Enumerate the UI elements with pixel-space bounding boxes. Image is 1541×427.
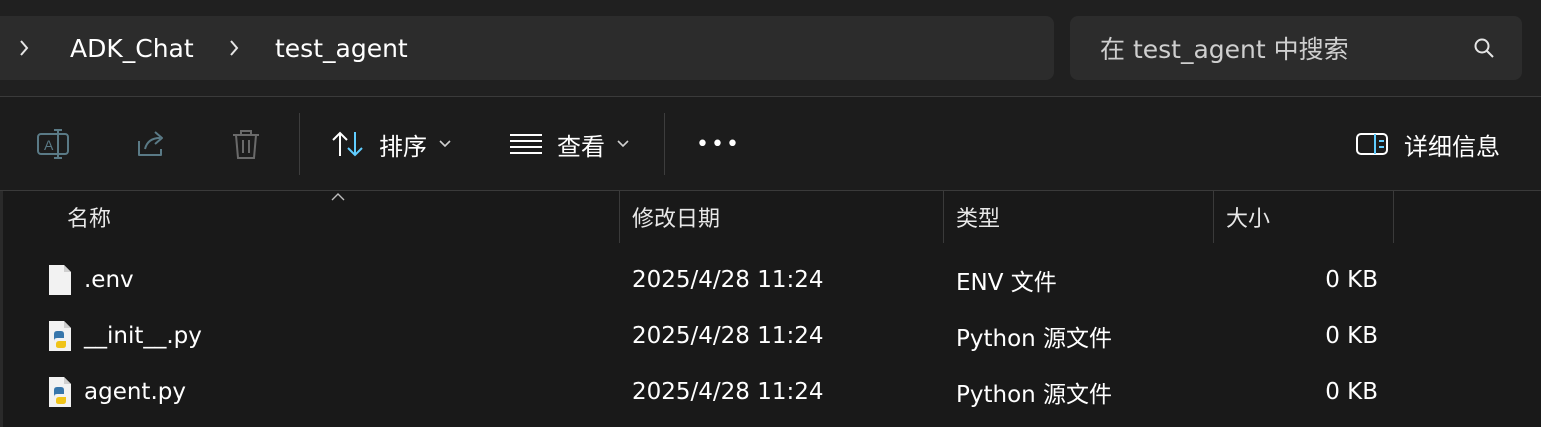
file-type: Python 源文件 [956, 326, 1113, 352]
chevron-right-icon[interactable] [228, 16, 240, 80]
sort-icon [332, 131, 363, 157]
file-type: Python 源文件 [956, 382, 1113, 408]
file-icon [49, 265, 71, 295]
file-list: 名称 修改日期 类型 大小 .env 2025/4/28 11:24 ENV 文… [0, 191, 1541, 427]
file-name[interactable]: .env [84, 252, 134, 308]
table-row[interactable]: agent.py 2025/4/28 11:24 Python 源文件 0 KB [0, 364, 1541, 420]
breadcrumb-item-test-agent[interactable]: test_agent [275, 16, 408, 80]
delete-icon[interactable] [229, 127, 263, 161]
column-divider[interactable] [1393, 191, 1394, 243]
command-bar: A 排序 查看 ••• 详细信息 [0, 97, 1541, 191]
file-size: 0 KB [1325, 323, 1378, 349]
sort-button[interactable]: 排序 [330, 97, 451, 191]
file-name[interactable]: agent.py [84, 364, 186, 420]
column-header-name[interactable]: 名称 [67, 191, 111, 243]
details-pane-button[interactable]: 详细信息 [1355, 97, 1500, 191]
svg-text:A: A [44, 137, 54, 153]
breadcrumb[interactable]: ADK_Chat test_agent [0, 16, 1054, 80]
search-input[interactable]: 在 test_agent 中搜索 [1070, 16, 1522, 80]
file-size: 0 KB [1325, 379, 1378, 405]
python-file-icon [49, 377, 71, 407]
breadcrumb-item-adk-chat[interactable]: ADK_Chat [70, 16, 194, 80]
column-divider[interactable] [619, 191, 620, 243]
search-icon[interactable] [1472, 36, 1496, 60]
file-date: 2025/4/28 11:24 [632, 267, 824, 293]
column-header-size[interactable]: 大小 [1226, 191, 1270, 243]
file-date: 2025/4/28 11:24 [632, 323, 824, 349]
column-header-type[interactable]: 类型 [956, 191, 1000, 243]
view-label: 查看 [557, 132, 605, 161]
view-button[interactable]: 查看 [509, 97, 629, 191]
sort-ascending-icon [331, 193, 345, 201]
file-date: 2025/4/28 11:24 [632, 379, 824, 405]
chevron-down-icon [617, 140, 629, 148]
file-size: 0 KB [1325, 267, 1378, 293]
divider [664, 113, 665, 175]
search-placeholder: 在 test_agent 中搜索 [1100, 35, 1349, 64]
python-file-icon [49, 321, 71, 351]
column-header-date[interactable]: 修改日期 [632, 191, 720, 243]
column-divider[interactable] [1213, 191, 1214, 243]
details-label: 详细信息 [1404, 132, 1500, 161]
rename-icon[interactable]: A [36, 127, 70, 161]
sort-label: 排序 [379, 132, 427, 161]
view-icon [510, 134, 542, 154]
address-bar-area: ADK_Chat test_agent 在 test_agent 中搜索 [0, 0, 1541, 97]
file-type: ENV 文件 [956, 270, 1057, 296]
chevron-right-icon[interactable] [18, 16, 30, 80]
chevron-down-icon [439, 140, 451, 148]
more-options-button[interactable]: ••• [696, 97, 741, 191]
table-row[interactable]: __init__.py 2025/4/28 11:24 Python 源文件 0… [0, 308, 1541, 364]
file-name[interactable]: __init__.py [84, 308, 202, 364]
details-pane-icon [1356, 133, 1388, 155]
divider [299, 113, 300, 175]
column-divider[interactable] [943, 191, 944, 243]
share-icon[interactable] [133, 127, 167, 161]
table-row[interactable]: .env 2025/4/28 11:24 ENV 文件 0 KB [0, 252, 1541, 308]
